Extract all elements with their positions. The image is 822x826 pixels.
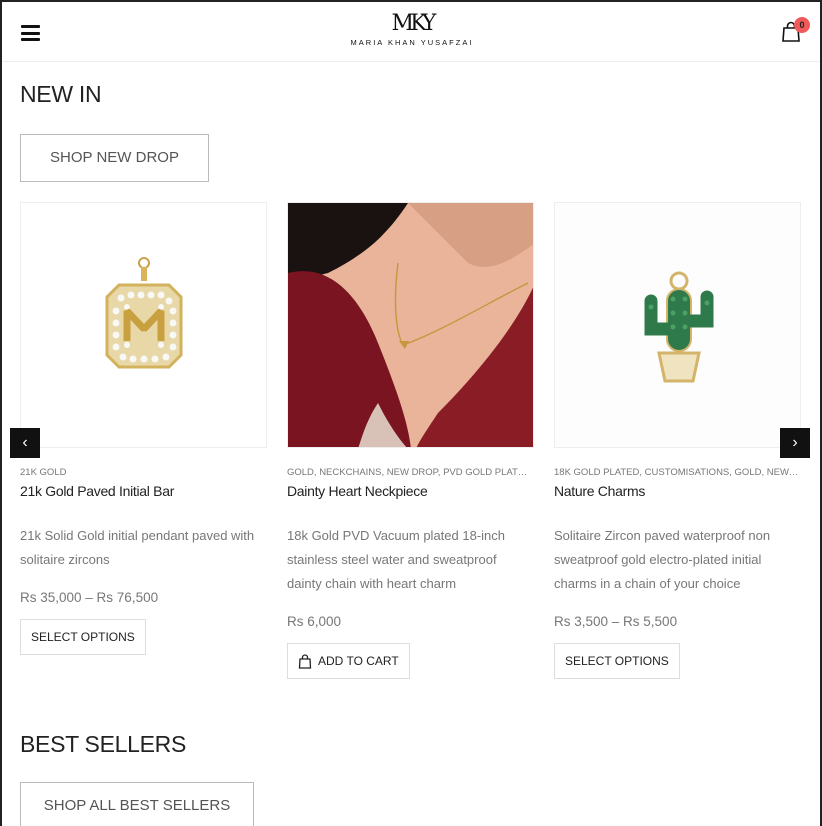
chevron-left-icon: ‹ (22, 434, 28, 451)
product-category[interactable]: GOLD, NECKCHAINS, NEW DROP, PVD GOLD PLA… (287, 467, 532, 478)
button-label: ADD TO CART (318, 654, 399, 668)
product-price: Rs 35,000 – Rs 76,500 (20, 590, 159, 605)
carousel-next-button[interactable]: › (780, 428, 810, 458)
add-to-cart-button[interactable]: ADD TO CART (287, 643, 410, 679)
product-description: Solitaire Zircon paved waterproof non sw… (554, 528, 771, 591)
product-description: 18k Gold PVD Vacuum plated 18-inch stain… (287, 528, 505, 591)
product-category[interactable]: 18K GOLD PLATED, CUSTOMISATIONS, GOLD, N… (554, 467, 799, 478)
site-logo[interactable]: MKY MARIA KHAN YUSAFZAI (350, 11, 474, 48)
logo-wordmark: MARIA KHAN YUSAFZAI (350, 38, 474, 47)
product-image-2[interactable] (287, 202, 534, 448)
cart-button[interactable]: 0 (781, 17, 810, 45)
best-sellers-title: BEST SELLERS (20, 731, 187, 757)
product-price: Rs 6,000 (287, 614, 342, 629)
product-name[interactable]: Dainty Heart Neckpiece (287, 483, 428, 499)
select-options-button[interactable]: SELECT OPTIONS (20, 619, 146, 655)
new-in-title: NEW IN (20, 81, 102, 107)
shop-all-best-sellers-button[interactable]: SHOP ALL BEST SELLERS (20, 782, 254, 826)
button-label: SELECT OPTIONS (565, 654, 669, 668)
select-options-button[interactable]: SELECT OPTIONS (554, 643, 680, 679)
model-necklace-image (288, 203, 533, 447)
product-category[interactable]: 21K GOLD (20, 467, 265, 478)
product-image-3[interactable] (554, 202, 801, 448)
site-header: MKY MARIA KHAN YUSAFZAI 0 (2, 2, 820, 62)
shop-new-drop-button[interactable]: SHOP NEW DROP (20, 134, 209, 182)
carousel-prev-button[interactable]: ‹ (10, 428, 40, 458)
menu-icon[interactable] (21, 25, 40, 41)
shopping-bag-icon (298, 653, 312, 669)
product-name[interactable]: 21k Gold Paved Initial Bar (20, 483, 174, 499)
logo-monogram: MKY (391, 11, 437, 36)
button-label: SELECT OPTIONS (31, 630, 135, 644)
product-image-1[interactable] (20, 202, 267, 448)
product-price: Rs 3,500 – Rs 5,500 (554, 614, 678, 629)
product-name[interactable]: Nature Charms (554, 483, 645, 499)
cactus-charm-image (555, 203, 800, 447)
cart-count-badge: 0 (794, 17, 810, 33)
product-description: 21k Solid Gold initial pendant paved wit… (20, 528, 255, 567)
chevron-right-icon: › (792, 434, 798, 451)
gold-initial-pendant-image (21, 203, 266, 447)
